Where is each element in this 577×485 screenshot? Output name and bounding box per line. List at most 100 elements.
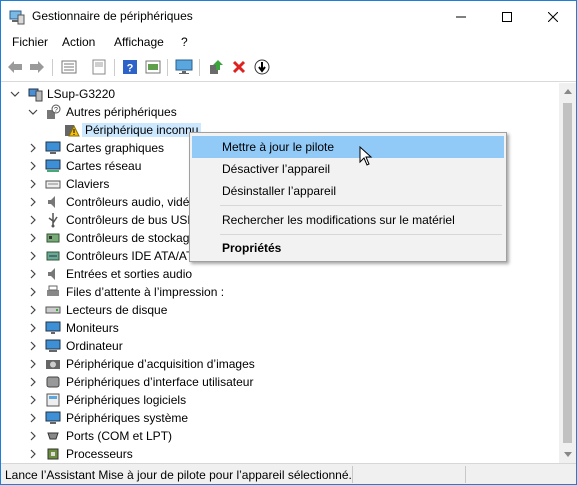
chevron-right-icon: [30, 179, 36, 189]
status-divider: [465, 466, 466, 483]
disk-drive-icon: [45, 306, 61, 314]
tree-item-processeurs[interactable]: Processeurs: [1, 445, 558, 463]
scroll-down-icon: [563, 452, 572, 457]
tree-item-label: Cartes graphiques: [66, 141, 165, 155]
update-driver-button[interactable]: [206, 57, 226, 77]
close-button[interactable]: [530, 1, 576, 32]
hid-icon: [46, 376, 60, 388]
forward-button[interactable]: [27, 57, 47, 77]
menu-item-uninstall-device[interactable]: Désinstaller l’appareil: [192, 180, 504, 202]
system-device-icon: [45, 411, 61, 424]
view-button[interactable]: [89, 57, 109, 77]
menu-fichier[interactable]: Fichier: [12, 35, 48, 49]
menu-item-scan-hardware-changes[interactable]: Rechercher les modifications sur le maté…: [192, 209, 504, 231]
chevron-right-icon: [30, 323, 36, 333]
processor-icon: [47, 448, 59, 460]
tree-item-label: Contrôleurs de stockage: [66, 231, 197, 245]
tree-item-label: Claviers: [66, 177, 110, 191]
tree-item-label: Ordinateur: [66, 339, 123, 353]
chevron-right-icon: [30, 431, 36, 441]
title-bar[interactable]: Gestionnaire de périphériques: [1, 1, 576, 32]
chevron-right-icon: [30, 269, 36, 279]
toolbar-separator: [199, 59, 200, 76]
menu-item-disable-device[interactable]: Désactiver l’appareil: [192, 158, 504, 180]
disable-button[interactable]: [252, 57, 272, 77]
menu-item-properties[interactable]: Propriétés: [192, 237, 504, 259]
tree-item-interface-utilisateur[interactable]: Périphériques d’interface utilisateur: [1, 373, 558, 391]
scroll-thumb[interactable]: [563, 103, 572, 443]
toolbar-separator: [114, 59, 115, 76]
menu-help[interactable]: ?: [181, 35, 188, 49]
tree-item-systeme[interactable]: Périphériques système: [1, 409, 558, 427]
scroll-down-button[interactable]: [559, 446, 576, 463]
tree-root[interactable]: LSup-G3220: [1, 85, 558, 103]
scroll-up-icon: [563, 89, 572, 94]
context-menu: Mettre à jour le pilote Désactiver l’app…: [189, 132, 507, 262]
uninstall-button[interactable]: [229, 57, 249, 77]
forward-icon: [30, 61, 44, 73]
properties-button[interactable]: [59, 57, 79, 77]
toolbar-separator: [167, 59, 168, 76]
maximize-button[interactable]: [484, 1, 530, 32]
monitor-icon: [45, 321, 61, 334]
network-adapter-icon: [45, 159, 61, 172]
chevron-right-icon: [30, 377, 36, 387]
menu-item-label: Mettre à jour le pilote: [222, 140, 335, 154]
tree-item-label: Contrôleurs de bus USB: [66, 213, 196, 227]
ide-controller-icon: [46, 251, 60, 261]
menu-item-label: Rechercher les modifications sur le maté…: [222, 213, 455, 227]
audio-io-icon: [48, 268, 55, 280]
update-view-button[interactable]: [143, 57, 163, 77]
printer-icon: [47, 285, 59, 296]
menu-affichage[interactable]: Affichage: [114, 35, 164, 49]
menu-separator: [220, 234, 502, 235]
tree-item-logiciels[interactable]: Périphériques logiciels: [1, 391, 558, 409]
chevron-right-icon: [30, 305, 36, 315]
tree-item-files-impression[interactable]: Files d’attente à l’impression :: [1, 283, 558, 301]
minimize-button[interactable]: [438, 1, 484, 32]
help-button[interactable]: ?: [120, 57, 140, 77]
vertical-scrollbar[interactable]: [559, 83, 576, 463]
back-button[interactable]: [5, 57, 25, 77]
scroll-up-button[interactable]: [559, 83, 576, 100]
usb-icon: [48, 213, 58, 228]
chevron-right-icon: [30, 233, 36, 243]
tree-item-label: Contrôleurs audio, vidéo: [66, 195, 197, 209]
menu-item-update-driver[interactable]: Mettre à jour le pilote: [192, 136, 504, 158]
tree-item-autres-peripheriques[interactable]: ? Autres périphériques: [1, 103, 558, 121]
tree-item-label: Moniteurs: [66, 321, 119, 335]
menu-item-label: Propriétés: [222, 241, 282, 255]
chevron-right-icon: [30, 287, 36, 297]
storage-controller-icon: [46, 233, 60, 243]
menu-action[interactable]: Action: [62, 35, 95, 49]
tree-item-label: Autres périphériques: [66, 105, 177, 119]
tree-item-label: Ports (COM et LPT): [66, 429, 173, 443]
tree-item-entrees-sorties-audio[interactable]: Entrées et sorties audio: [1, 265, 558, 283]
tree-item-ordinateur[interactable]: Ordinateur: [1, 337, 558, 355]
svg-text:?: ?: [127, 63, 134, 75]
status-text: Lance l’Assistant Mise à jour de pilote …: [5, 468, 352, 482]
chevron-right-icon: [30, 395, 36, 405]
chevron-right-icon: [30, 143, 36, 153]
tree-item-label: Périphériques système: [66, 411, 189, 425]
monitor-button[interactable]: [174, 57, 194, 77]
unknown-devices-icon: ?: [47, 104, 61, 119]
chevron-down-icon: [28, 109, 38, 115]
toolbar-separator: [52, 59, 53, 76]
chevron-right-icon: [30, 413, 36, 423]
warning-device-icon: [65, 124, 80, 137]
tree-item-ports[interactable]: Ports (COM et LPT): [1, 427, 558, 445]
back-icon: [8, 61, 22, 73]
tree-item-moniteurs[interactable]: Moniteurs: [1, 319, 558, 337]
tree-item-label: Périphériques d’interface utilisateur: [66, 375, 254, 389]
speaker-icon: [48, 196, 55, 208]
menu-item-label: Désactiver l’appareil: [222, 162, 331, 176]
chevron-right-icon: [30, 197, 36, 207]
tree-item-acquisition-images[interactable]: Périphérique d’acquisition d’images: [1, 355, 558, 373]
chevron-right-icon: [30, 251, 36, 261]
device-manager-app-icon: [9, 9, 25, 25]
tree-item-label: Files d’attente à l’impression :: [66, 285, 225, 299]
chevron-right-icon: [30, 161, 36, 171]
tree-item-lecteurs-disque[interactable]: Lecteurs de disque: [1, 301, 558, 319]
update-view-icon: [145, 60, 161, 74]
